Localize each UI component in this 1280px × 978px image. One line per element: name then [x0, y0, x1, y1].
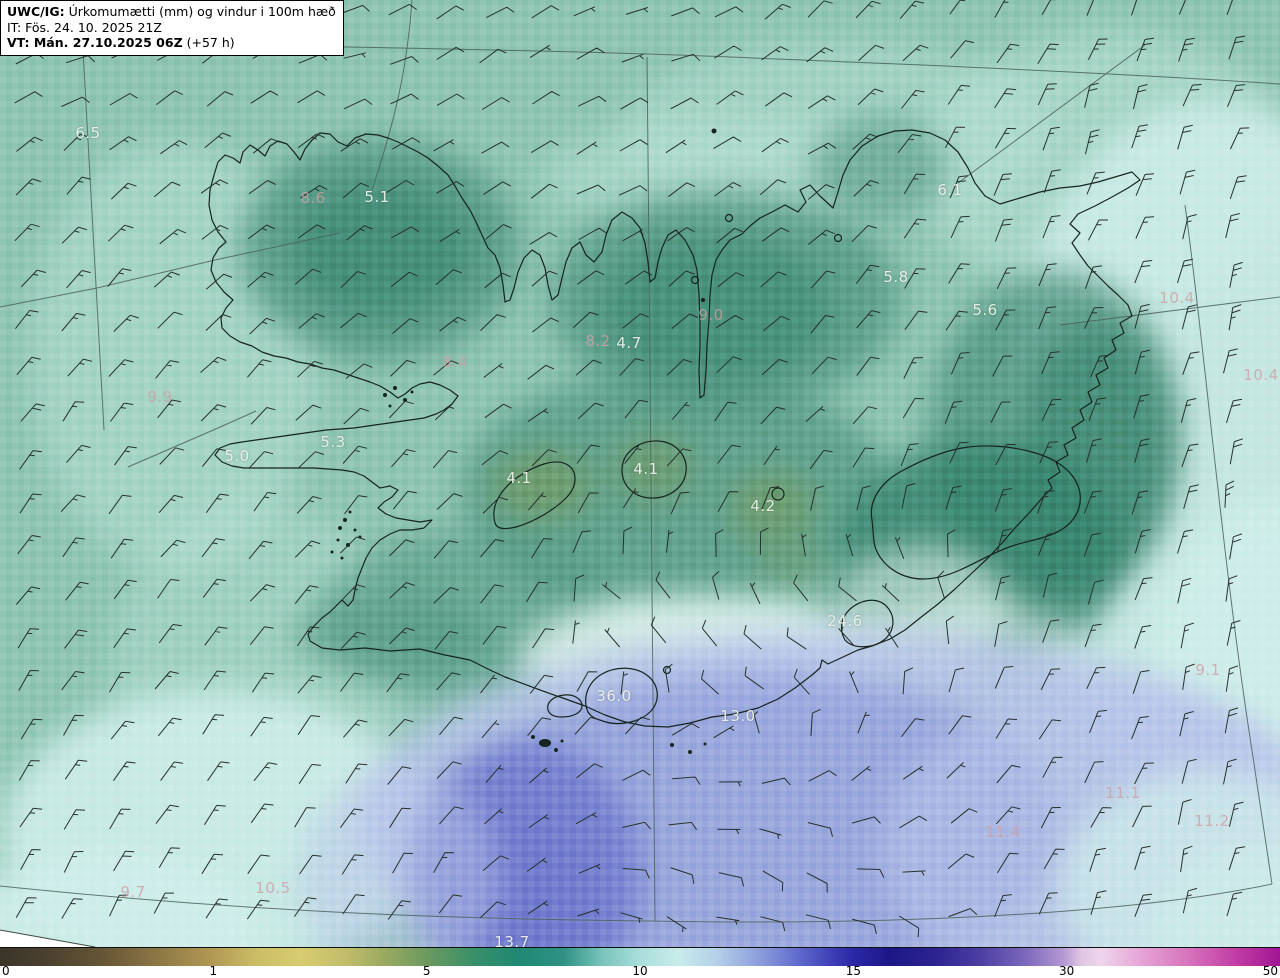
colorbar-tick: 50 — [1262, 964, 1278, 978]
domain-edge-wedge — [0, 929, 96, 947]
precip-value-label: 5.6 — [972, 301, 998, 319]
colorbar-tick: 5 — [422, 964, 431, 978]
init-time-line: IT: Fös. 24. 10. 2025 21Z — [7, 19, 162, 35]
precip-value-label: 4.1 — [633, 460, 659, 478]
wind-value-label: 10.5 — [255, 879, 291, 897]
wind-value-label: 9.0 — [698, 306, 724, 324]
precip-value-label: 5.0 — [224, 447, 250, 465]
header-title-line: UWC/IG: Úrkomumætti (mm) og vindur i 100… — [7, 4, 336, 20]
precip-value-label: 13.7 — [494, 933, 530, 947]
colorbar: 0 1 5 10 15 30 50 — [0, 947, 1280, 978]
wind-value-label: 9.7 — [120, 883, 146, 901]
valid-time: VT: Mán. 27.10.2025 06Z — [7, 35, 183, 50]
wind-barbs — [14, 0, 1250, 938]
wind-value-label: 9.9 — [147, 388, 173, 406]
colorbar-tick-labels: 0 1 5 10 15 30 50 — [0, 964, 1280, 978]
forecast-header-box: UWC/IG: Úrkomumætti (mm) og vindur i 100… — [0, 0, 344, 56]
weather-map-page: { "header": { "line1_bold": "UWC/IG:", "… — [0, 0, 1280, 978]
precip-value-label: 4.7 — [616, 334, 642, 352]
precip-value-label: 5.1 — [364, 188, 390, 206]
colorbar-tick: 0 — [2, 964, 10, 978]
model-id: UWC/IG: — [7, 4, 65, 19]
wind-value-label: 9.1 — [1195, 661, 1221, 679]
wind-value-label: 11.4 — [985, 823, 1021, 841]
precip-value-label: 6.1 — [937, 181, 963, 199]
precip-value-label: 13.0 — [720, 707, 756, 725]
colorbar-tick: 15 — [845, 964, 861, 978]
weather-map: 6.5 5.1 6.1 5.8 5.6 4.7 5.3 5.0 4.1 4.1 4.2 24.6 36.… — [0, 0, 1280, 947]
precip-value-label: 5.3 — [320, 433, 346, 451]
colorbar-tick: 10 — [632, 964, 648, 978]
precip-value-label: 4.1 — [506, 469, 532, 487]
precip-value-label: 24.6 — [827, 612, 863, 630]
precip-value-label: 5.8 — [883, 268, 909, 286]
lead-time: (+57 h) — [182, 35, 235, 50]
wind-value-label: 11.1 — [1105, 784, 1141, 802]
field-title: Úrkomumætti (mm) og vindur i 100m hæð — [64, 4, 336, 19]
wind-value-label: 11.2 — [1194, 812, 1230, 830]
wind-value-label: 10.4 — [1159, 289, 1195, 307]
wind-value-label: 8.6 — [300, 189, 326, 207]
wind-value-label: 10.4 — [1243, 366, 1279, 384]
valid-time-line: VT: Mán. 27.10.2025 06Z (+57 h) — [7, 35, 336, 51]
wind-value-label: 8.4 — [442, 353, 468, 371]
precip-value-label: 4.2 — [750, 497, 776, 515]
precip-value-label: 36.0 — [596, 687, 632, 705]
colorbar-tick: 1 — [209, 964, 218, 978]
colorbar-tick: 30 — [1059, 964, 1075, 978]
wind-value-label: 8.2 — [585, 332, 611, 350]
